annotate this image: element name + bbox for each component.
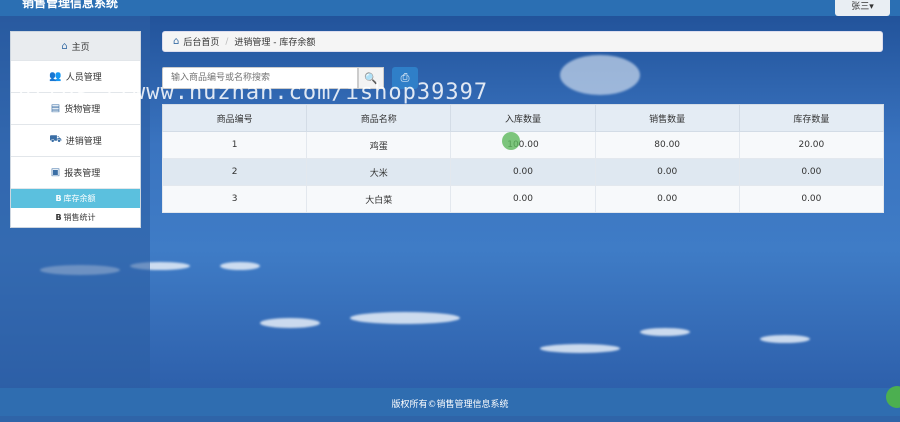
sidebar-item-label: 报表管理 [64,169,101,179]
table-cell: 20.00 [738,131,885,159]
table-cell: 100.00 [450,131,596,159]
sidebar-subitem-label: 销售统计 [63,213,96,222]
table-cell: 0.00 [738,185,885,213]
top-bar: 销售管理信息系统 张三▾ [0,0,900,16]
sidebar-subitem-label: 库存余额 [63,194,96,203]
footer: 版权所有©销售管理信息系统 [0,388,900,416]
cloud [350,312,460,324]
table-cell: 0.00 [594,158,740,186]
cloud [560,55,640,95]
click-indicator [502,132,520,150]
table-cell: 80.00 [594,131,740,159]
sidebar-subitem-sales-stats[interactable]: B 销售统计 [11,208,140,227]
column-header: 库存数量 [738,104,885,132]
cloud [220,262,260,270]
sidebar-subitem-stock-balance[interactable]: B 库存余额 [11,189,140,208]
table-cell: 0.00 [594,185,740,213]
table-row[interactable]: 2 大米 0.00 0.00 0.00 [161,158,885,186]
sidebar-item-inventory[interactable]: ⛟ 进销管理 [11,125,140,157]
sidebar: ⌂ 主页 👥 人员管理 ▤ 货物管理 ⛟ 进销管理 ▣ 报表管理 B 库存余额 … [10,31,141,228]
table-cell: 0.00 [450,185,596,213]
table-header-row: 商品编号 商品名称 入库数量 销售数量 库存数量 [161,104,885,132]
cloud [640,328,690,336]
breadcrumb: ⌂ 后台首页 / 进销管理 - 库存余额 [162,31,883,52]
sidebar-item-label: 进销管理 [65,137,102,147]
table-cell: 鸡蛋 [306,131,452,159]
sidebar-item-label: 主页 [71,42,90,53]
sidebar-item-home[interactable]: ⌂ 主页 [11,32,140,61]
table-cell: 0.00 [738,158,885,186]
table-cell: 大白菜 [306,185,452,213]
column-header: 商品名称 [306,104,452,132]
truck-icon: ⛟ [49,134,62,145]
sidebar-item-reports[interactable]: ▣ 报表管理 [11,157,140,189]
cloud [260,318,320,328]
table-cell: 2 [161,158,308,186]
breadcrumb-home-link[interactable]: 后台首页 [183,35,219,48]
bold-icon: B [55,213,62,222]
table-cell: 1 [161,131,308,159]
column-header: 商品编号 [161,104,308,132]
table-cell: 0.00 [450,158,596,186]
cloud [760,335,810,343]
user-menu[interactable]: 张三▾ [835,0,890,16]
table-row[interactable]: 3 大白菜 0.00 0.00 0.00 [161,185,885,213]
table-cell: 大米 [306,158,452,186]
watermark: https://www.huzhan.com/ishop39397 [18,80,489,105]
breadcrumb-separator: / [225,36,229,47]
bold-icon: B [55,194,62,203]
breadcrumb-current: 进销管理 - 库存余额 [234,38,316,48]
column-header: 销售数量 [594,104,740,132]
table-cell: 3 [161,185,308,213]
report-icon: ▣ [50,167,61,178]
home-icon: ⌂ [61,40,68,52]
cloud [540,344,620,353]
column-header: 入库数量 [450,104,596,132]
table-row[interactable]: 1 鸡蛋 100.00 80.00 20.00 [161,131,885,159]
stock-balance-table: 商品编号 商品名称 入库数量 销售数量 库存数量 1 鸡蛋 100.00 80.… [161,104,885,213]
home-icon: ⌂ [173,36,180,47]
app-title: 销售管理信息系统 [22,0,119,10]
